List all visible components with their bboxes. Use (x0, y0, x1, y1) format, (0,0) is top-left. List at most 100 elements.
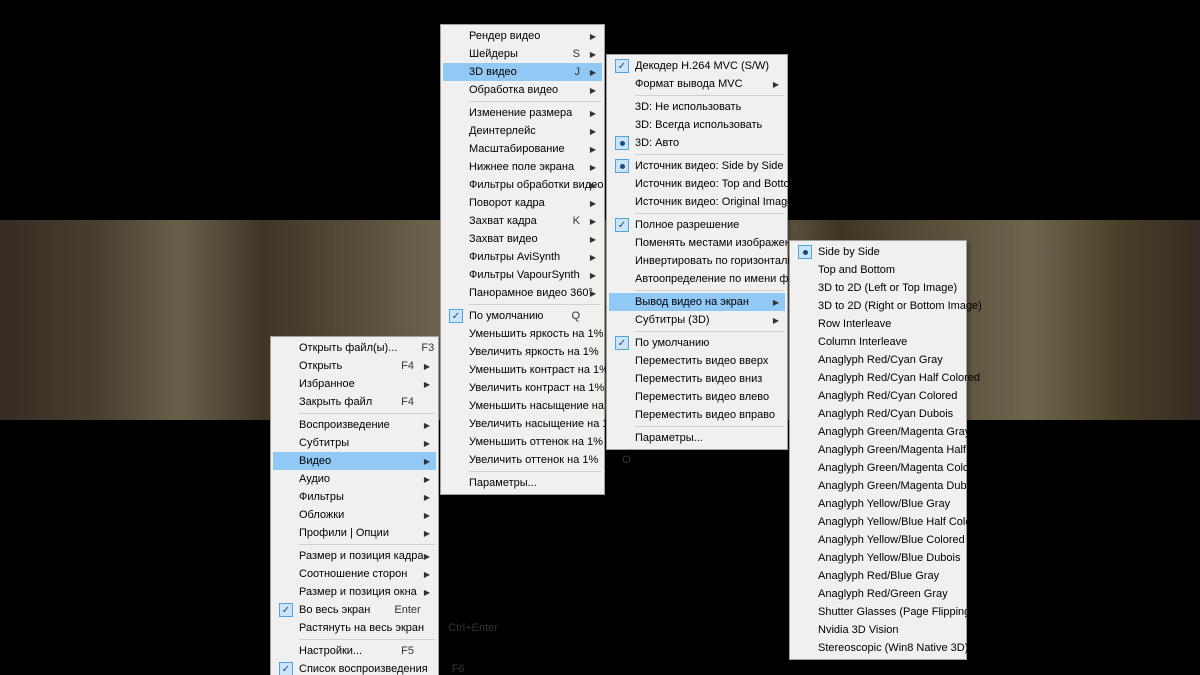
menu-item[interactable]: ✓Декодер H.264 MVC (S/W) (609, 57, 785, 75)
menu-item[interactable]: Переместить видео вверх (609, 352, 785, 370)
menu-item[interactable]: Фильтры VapourSynth▶ (443, 266, 602, 284)
menu-item[interactable]: Параметры... (443, 474, 602, 492)
menu-item[interactable]: Переместить видео влево (609, 388, 785, 406)
menu-item[interactable]: Панорамное видео 360°▶ (443, 284, 602, 302)
menu-item[interactable]: Anaglyph Green/Magenta Gray (792, 423, 964, 441)
menu-item[interactable]: Увеличить насыщение на 1%U (443, 415, 602, 433)
submenu-video[interactable]: Рендер видео▶ШейдерыS▶3D видеоJ▶Обработк… (440, 24, 605, 495)
menu-item[interactable]: Профили | Опции▶ (273, 524, 436, 542)
menu-item[interactable]: Anaglyph Green/Magenta Half Colored (792, 441, 964, 459)
menu-item[interactable]: Переместить видео вниз (609, 370, 785, 388)
menu-item[interactable]: Вывод видео на экран▶ (609, 293, 785, 311)
check-icon: ✓ (449, 309, 463, 323)
menu-item[interactable]: Избранное▶ (273, 375, 436, 393)
menu-item-label: Stereoscopic (Win8 Native 3D) (818, 642, 968, 654)
menu-item[interactable]: ШейдерыS▶ (443, 45, 602, 63)
menu-item[interactable]: Поменять местами изображения (609, 234, 785, 252)
menu-item[interactable]: Обложки▶ (273, 506, 436, 524)
menu-item[interactable]: Фильтры обработки видео▶ (443, 176, 602, 194)
menu-item[interactable]: Фильтры▶ (273, 488, 436, 506)
menu-item[interactable]: Автоопределение по имени файла (609, 270, 785, 288)
menu-item[interactable]: Переместить видео вправо (609, 406, 785, 424)
menu-item[interactable]: Нижнее поле экрана▶ (443, 158, 602, 176)
menu-item[interactable]: 3D видеоJ▶ (443, 63, 602, 81)
menu-item[interactable]: Обработка видео▶ (443, 81, 602, 99)
menu-item[interactable]: Anaglyph Green/Magenta Colored (792, 459, 964, 477)
menu-item-label: Обработка видео (469, 84, 580, 96)
menu-item[interactable]: Уменьшить насыщение на 1%Y (443, 397, 602, 415)
menu-item[interactable]: ✓По умолчаниюQ (443, 307, 602, 325)
menu-item[interactable]: Видео▶ (273, 452, 436, 470)
menu-item[interactable]: Изменение размера▶ (443, 104, 602, 122)
menu-item[interactable]: Уменьшить контраст на 1%R (443, 361, 602, 379)
menu-item[interactable]: Nvidia 3D Vision (792, 621, 964, 639)
menu-item[interactable]: Открыть файл(ы)...F3 (273, 339, 436, 357)
menu-item[interactable]: Субтитры▶ (273, 434, 436, 452)
menu-item[interactable]: Аудио▶ (273, 470, 436, 488)
menu-item[interactable]: Источник видео: Original Image (609, 193, 785, 211)
menu-item[interactable]: Top and Bottom (792, 261, 964, 279)
menu-item[interactable]: Поворот кадра▶ (443, 194, 602, 212)
menu-item[interactable]: Anaglyph Red/Cyan Dubois (792, 405, 964, 423)
menu-item[interactable]: Anaglyph Red/Cyan Colored (792, 387, 964, 405)
menu-item[interactable]: 3D to 2D (Right or Bottom Image) (792, 297, 964, 315)
menu-item[interactable]: Масштабирование▶ (443, 140, 602, 158)
menu-item[interactable]: Размер и позиция кадра▶ (273, 547, 436, 565)
submenu-arrow-icon: ▶ (590, 109, 596, 118)
menu-item[interactable]: Anaglyph Green/Magenta Dubois (792, 477, 964, 495)
menu-item[interactable]: Фильтры AviSynth▶ (443, 248, 602, 266)
submenu-3d-video[interactable]: ✓Декодер H.264 MVC (S/W)Формат вывода MV… (606, 54, 788, 450)
menu-item[interactable]: Рендер видео▶ (443, 27, 602, 45)
menu-item[interactable]: Захват видео▶ (443, 230, 602, 248)
menu-separator (635, 213, 784, 214)
menu-item[interactable]: Anaglyph Red/Cyan Half Colored (792, 369, 964, 387)
menu-item[interactable]: Растянуть на весь экранCtrl+Enter (273, 619, 436, 637)
menu-item[interactable]: Увеличить контраст на 1%T (443, 379, 602, 397)
menu-item-label: Anaglyph Green/Magenta Dubois (818, 480, 981, 492)
menu-item[interactable]: 3D to 2D (Left or Top Image) (792, 279, 964, 297)
menu-item[interactable]: Anaglyph Red/Blue Gray (792, 567, 964, 585)
menu-item-shortcut: Q (571, 310, 580, 322)
menu-item[interactable]: Соотношение сторон▶ (273, 565, 436, 583)
menu-item[interactable]: Закрыть файлF4 (273, 393, 436, 411)
context-menu-main[interactable]: Открыть файл(ы)...F3ОткрытьF4▶Избранное▶… (270, 336, 439, 675)
menu-item[interactable]: ✓Список воспроизведенияF6 (273, 660, 436, 675)
menu-item-label: Во весь экран (299, 604, 370, 616)
menu-item[interactable]: Anaglyph Red/Cyan Gray (792, 351, 964, 369)
menu-item[interactable]: Инвертировать по горизонтали (609, 252, 785, 270)
menu-item[interactable]: Anaglyph Yellow/Blue Dubois (792, 549, 964, 567)
menu-item[interactable]: Stereoscopic (Win8 Native 3D) (792, 639, 964, 657)
menu-item[interactable]: Shutter Glasses (Page Flipping) (792, 603, 964, 621)
menu-item[interactable]: Увеличить оттенок на 1%O (443, 451, 602, 469)
menu-item[interactable]: Уменьшить яркость на 1%W (443, 325, 602, 343)
menu-item[interactable]: Column Interleave (792, 333, 964, 351)
menu-item[interactable]: Размер и позиция окна▶ (273, 583, 436, 601)
submenu-output-to-screen[interactable]: Side by SideTop and Bottom3D to 2D (Left… (789, 240, 967, 660)
menu-item-label: Увеличить яркость на 1% (469, 346, 599, 358)
menu-item[interactable]: ✓Во весь экранEnter (273, 601, 436, 619)
menu-item-label: Автоопределение по имени файла (635, 273, 813, 285)
menu-item[interactable]: Anaglyph Yellow/Blue Half Colored (792, 513, 964, 531)
menu-item[interactable]: Формат вывода MVC▶ (609, 75, 785, 93)
menu-item[interactable]: Уменьшить оттенок на 1%I (443, 433, 602, 451)
menu-item[interactable]: Источник видео: Top and Bottom (609, 175, 785, 193)
menu-item[interactable]: ✓Полное разрешение (609, 216, 785, 234)
menu-item[interactable]: Anaglyph Yellow/Blue Gray (792, 495, 964, 513)
menu-item[interactable]: 3D: Всегда использовать (609, 116, 785, 134)
menu-item[interactable]: Anaglyph Yellow/Blue Colored (792, 531, 964, 549)
menu-item[interactable]: Субтитры (3D)▶ (609, 311, 785, 329)
menu-item[interactable]: Захват кадраK▶ (443, 212, 602, 230)
menu-item[interactable]: Настройки...F5 (273, 642, 436, 660)
menu-item[interactable]: Side by Side (792, 243, 964, 261)
menu-item[interactable]: Параметры... (609, 429, 785, 447)
menu-item[interactable]: Деинтерлейс▶ (443, 122, 602, 140)
menu-item[interactable]: Источник видео: Side by Side (609, 157, 785, 175)
menu-item[interactable]: Anaglyph Red/Green Gray (792, 585, 964, 603)
menu-item[interactable]: Воспроизведение▶ (273, 416, 436, 434)
menu-item[interactable]: 3D: Авто (609, 134, 785, 152)
menu-item[interactable]: Row Interleave (792, 315, 964, 333)
menu-item[interactable]: 3D: Не использовать (609, 98, 785, 116)
menu-item[interactable]: ОткрытьF4▶ (273, 357, 436, 375)
menu-item[interactable]: ✓По умолчанию (609, 334, 785, 352)
menu-item[interactable]: Увеличить яркость на 1%E (443, 343, 602, 361)
